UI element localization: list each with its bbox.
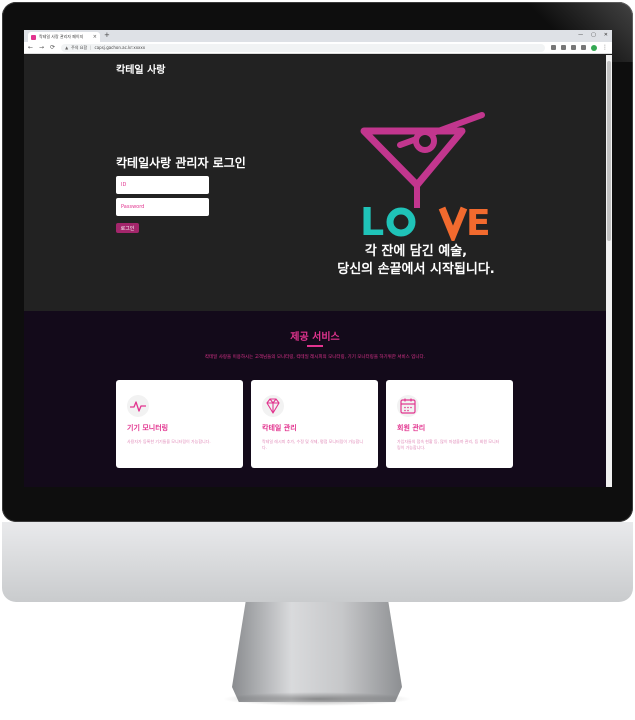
scrollbar-thumb[interactable] xyxy=(607,61,611,241)
card-title: 기기 모니터링 xyxy=(127,424,169,432)
back-icon[interactable]: ← xyxy=(28,44,33,51)
services-title-underline xyxy=(307,345,323,347)
site-brand[interactable]: 칵테일 사랑 xyxy=(116,61,165,76)
card-title: 칵테일 관리 xyxy=(262,424,297,432)
services-section: 제공 서비스 칵테일 사랑을 이용하시는 고객님들의 모니터링, 칵테일 레시피… xyxy=(24,311,606,487)
url-text: capsj.gachon.ac.kr:xxxxx xyxy=(94,45,146,50)
calendar-icon xyxy=(397,395,419,417)
monitor-chin xyxy=(2,522,633,602)
love-cocktail-logo: L E xyxy=(360,112,491,241)
password-input[interactable] xyxy=(116,198,209,216)
kebab-menu-icon[interactable]: ⋮ xyxy=(602,44,608,51)
browser-tabbar: 칵테일 사랑 관리자 페이지 × + — ▢ ✕ xyxy=(24,30,612,42)
service-card-device-monitoring[interactable]: 기기 모니터링 사용자가 등록한 기기들을 모니터링이 가능합니다. xyxy=(116,380,243,468)
maximize-button[interactable]: ▢ xyxy=(591,32,596,38)
hero-section: 칵테일 사랑 칵테일사랑 관리자 로그인 로그인 L E 각 잔에 담긴 예술, xyxy=(24,55,606,311)
login-title: 칵테일사랑 관리자 로그인 xyxy=(116,156,246,170)
url-separator: | xyxy=(90,45,92,50)
card-text: 사용자가 등록한 기기들을 모니터링이 가능합니다. xyxy=(127,439,211,444)
card-title: 회원 관리 xyxy=(397,424,426,432)
extension-icon[interactable] xyxy=(571,45,576,50)
services-description: 칵테일 사랑을 이용하시는 고객님들의 모니터링, 칵테일 레시피의 모니터링,… xyxy=(204,355,426,360)
services-title: 제공 서비스 xyxy=(290,332,340,343)
login-button[interactable]: 로그인 xyxy=(116,223,139,233)
forward-icon[interactable]: → xyxy=(39,44,44,51)
warning-icon: ▲ xyxy=(65,45,69,50)
page-scrollbar[interactable] xyxy=(606,55,612,487)
slogan-line-1: 각 잔에 담긴 예술, xyxy=(364,244,468,259)
stand-shadow xyxy=(222,692,412,706)
card-text: 칵테일 레시피 추가, 수정 및 삭제, 평점 모니터링이 가능합니다. xyxy=(262,439,364,450)
slogan-line-2: 당신의 손끝에서 시작됩니다. xyxy=(337,262,495,277)
tab-close-icon[interactable]: × xyxy=(93,34,97,40)
web-page: 칵테일 사랑 칵테일사랑 관리자 로그인 로그인 L E 각 잔에 담긴 예술, xyxy=(24,55,606,487)
svg-text:E: E xyxy=(466,203,491,241)
service-card-cocktail-management[interactable]: 칵테일 관리 칵테일 레시피 추가, 수정 및 삭제, 평점 모니터링이 가능합… xyxy=(251,380,378,468)
favicon-icon xyxy=(31,34,36,40)
card-text: 가입자들의 접속 현황 등, 많이 마셨을까 관리, 등 회원 모니터링이 가능… xyxy=(397,439,500,450)
monitor-frame: 칵테일 사랑 관리자 페이지 × + — ▢ ✕ ← → ⟳ ▲ 주의 요함 |… xyxy=(0,0,635,720)
screen: 칵테일 사랑 관리자 페이지 × + — ▢ ✕ ← → ⟳ ▲ 주의 요함 |… xyxy=(24,30,612,487)
hero-slogan: 각 잔에 담긴 예술, 당신의 손끝에서 시작됩니다. xyxy=(306,243,526,279)
reload-icon[interactable]: ⟳ xyxy=(50,44,55,51)
bookmark-star-icon[interactable] xyxy=(561,45,566,50)
address-bar[interactable]: ▲ 주의 요함 | capsj.gachon.ac.kr:xxxxx xyxy=(61,43,545,52)
pulse-icon xyxy=(127,395,149,417)
url-warning-label: 주의 요함 xyxy=(71,44,88,50)
close-window-button[interactable]: ✕ xyxy=(604,32,608,38)
browser-toolbar: ← → ⟳ ▲ 주의 요함 | capsj.gachon.ac.kr:xxxxx… xyxy=(24,42,612,54)
sidepanel-icon[interactable] xyxy=(581,45,586,50)
extension-icons: ⋮ xyxy=(551,44,608,51)
share-icon[interactable] xyxy=(551,45,556,50)
id-input[interactable] xyxy=(116,176,209,194)
profile-avatar-icon[interactable] xyxy=(591,44,597,51)
tab-title: 칵테일 사랑 관리자 페이지 xyxy=(39,34,84,39)
new-tab-button[interactable]: + xyxy=(104,31,110,39)
monitor-stand xyxy=(232,602,402,702)
service-card-member-management[interactable]: 회원 관리 가입자들의 접속 현황 등, 많이 마셨을까 관리, 등 회원 모니… xyxy=(386,380,513,468)
minimize-button[interactable]: — xyxy=(578,32,583,38)
browser-tab[interactable]: 칵테일 사랑 관리자 페이지 × xyxy=(28,32,100,42)
diamond-icon xyxy=(262,395,284,417)
window-controls: — ▢ ✕ xyxy=(578,32,608,38)
svg-text:L: L xyxy=(360,200,384,241)
